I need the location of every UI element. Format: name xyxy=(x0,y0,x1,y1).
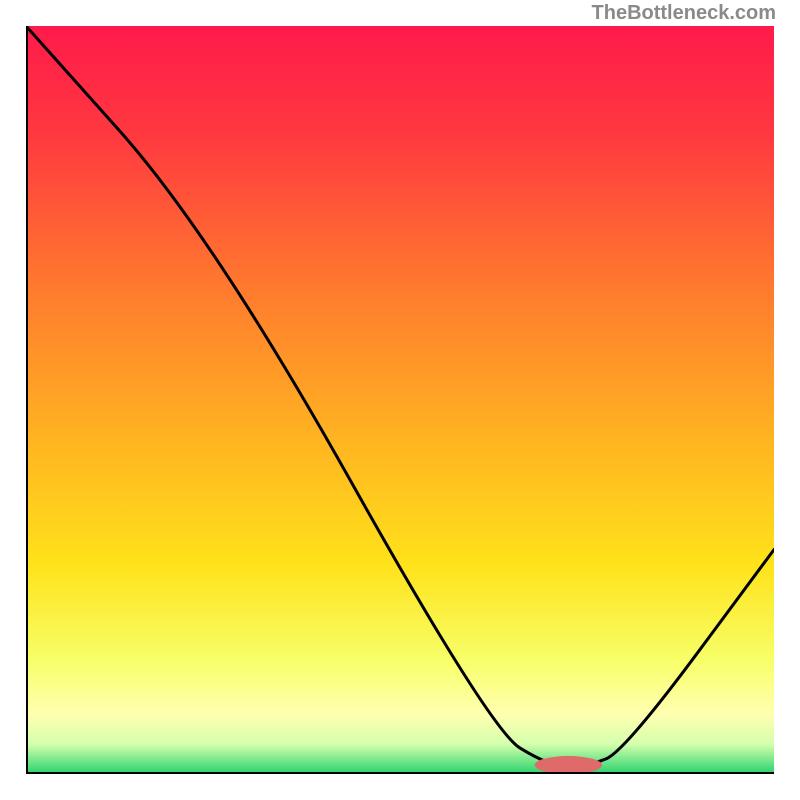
plot-background xyxy=(26,26,774,774)
bottleneck-chart xyxy=(26,26,774,774)
chart-container xyxy=(26,26,774,774)
attribution-text: TheBottleneck.com xyxy=(592,2,776,25)
optimum-marker xyxy=(535,756,602,774)
